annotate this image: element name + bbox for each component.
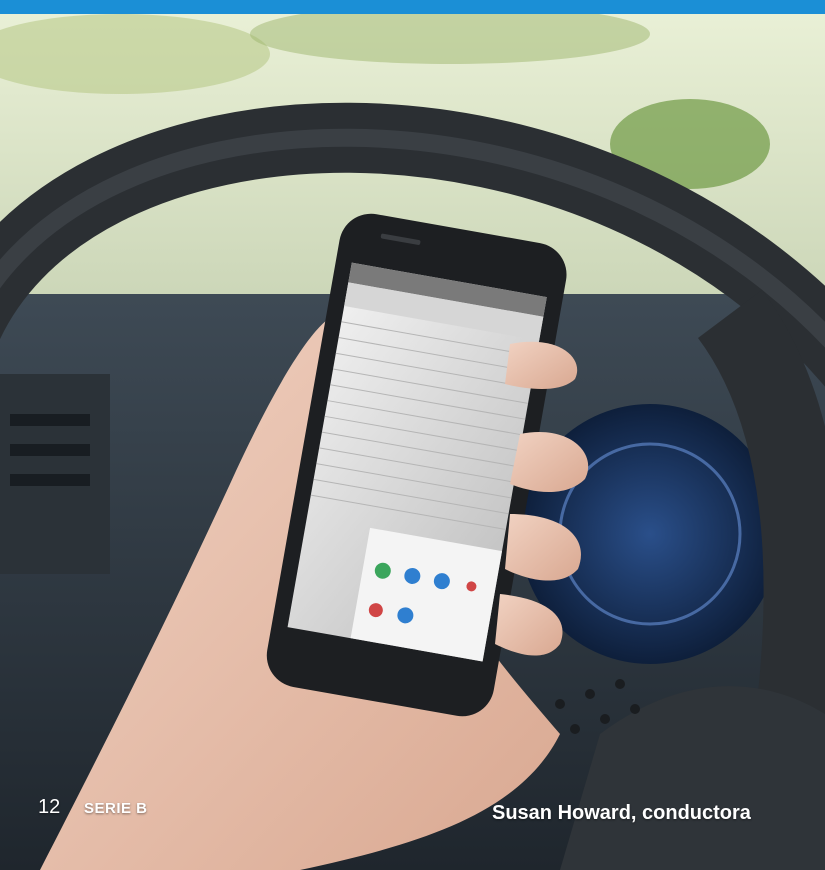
photo-credit: Susan Howard, conductora: [492, 802, 751, 824]
driver-phone-photo: [0, 14, 825, 870]
top-accent-bar: [0, 0, 825, 14]
page-number: 12: [38, 796, 61, 818]
section-label: SERIE B: [84, 800, 148, 817]
magazine-page: 12 SERIE B Susan Howard, conductora: [0, 0, 825, 870]
